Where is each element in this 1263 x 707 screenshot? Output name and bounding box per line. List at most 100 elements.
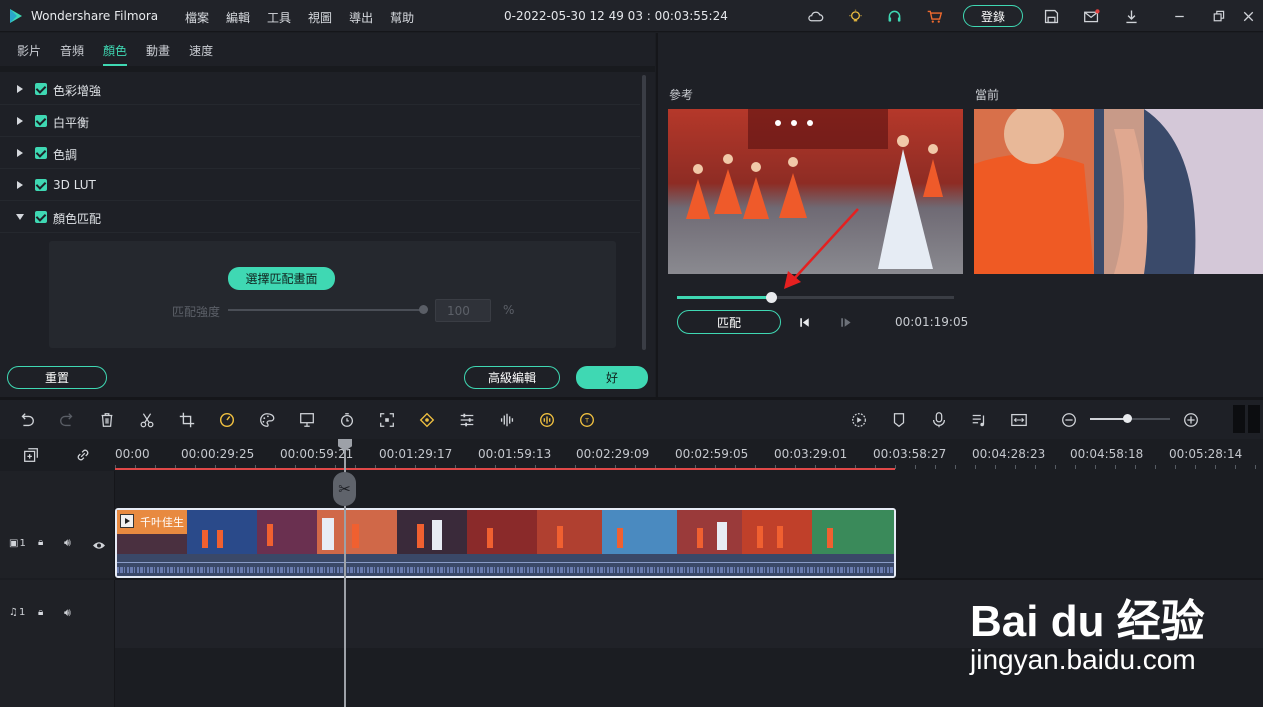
eye-icon[interactable] [92, 536, 106, 549]
adjust-icon[interactable] [456, 409, 478, 431]
match-strength-slider[interactable] [228, 309, 424, 311]
redo-icon[interactable] [56, 409, 78, 431]
music-list-icon[interactable] [968, 409, 990, 431]
clip-title: 千叶佳生 [140, 516, 184, 529]
close-icon[interactable] [1238, 6, 1258, 26]
checkbox[interactable] [35, 147, 47, 159]
lock-icon[interactable]: 🔒︎ [38, 607, 43, 618]
section-color-match[interactable]: 顏色匹配 [0, 201, 640, 233]
ruler-label: 00:04:28:23 [972, 447, 1046, 461]
collapse-arrow-icon[interactable] [16, 214, 24, 220]
track-header-spacer [0, 471, 115, 508]
advanced-edit-button[interactable]: 高級編輯 [464, 366, 560, 389]
menu-tools[interactable]: 工具 [267, 9, 291, 26]
zoom-out-icon[interactable] [1058, 409, 1080, 431]
save-icon[interactable] [1041, 6, 1061, 26]
expand-arrow-icon[interactable] [17, 149, 23, 157]
video-track-number: 1 [19, 538, 26, 549]
svg-text:T: T [584, 418, 589, 425]
tab-color[interactable]: 顏色 [103, 42, 128, 66]
strength-value-input[interactable]: 100 [435, 299, 491, 322]
speed-icon[interactable] [216, 409, 238, 431]
color-palette-icon[interactable] [256, 409, 278, 431]
section-tone[interactable]: 色調 [0, 137, 640, 169]
keyframe-icon[interactable] [416, 409, 438, 431]
text-to-speech-icon[interactable]: T [576, 409, 598, 431]
video-track-icon: ▣ [9, 538, 19, 549]
video-clip[interactable] [115, 508, 896, 578]
expand-arrow-icon[interactable] [17, 181, 23, 189]
reference-label: 參考 [669, 88, 694, 102]
bulb-icon[interactable] [845, 6, 865, 26]
checkbox[interactable] [35, 115, 47, 127]
restore-icon[interactable] [1208, 6, 1228, 26]
clip-play-icon [120, 514, 134, 528]
minimize-icon[interactable] [1169, 6, 1189, 26]
green-screen-icon[interactable] [296, 409, 318, 431]
undo-icon[interactable] [16, 409, 38, 431]
lock-icon[interactable]: 🔒︎ [38, 537, 43, 548]
login-button[interactable]: 登錄 [963, 5, 1023, 27]
baidu-watermark-logo: Bai du 经验 [970, 585, 1205, 649]
crop-icon[interactable] [176, 409, 198, 431]
fit-frame-icon[interactable] [376, 409, 398, 431]
audio-mixer-icon[interactable] [496, 409, 518, 431]
zoom-handle[interactable] [1123, 414, 1132, 423]
menu-help[interactable]: 幫助 [390, 9, 414, 26]
expand-arrow-icon[interactable] [17, 85, 23, 93]
work-area-range[interactable] [115, 468, 895, 470]
slider-handle[interactable] [419, 305, 428, 314]
marker-icon[interactable] [888, 409, 910, 431]
link-icon[interactable] [72, 444, 94, 466]
music-note-icon: ♫ [9, 607, 18, 618]
menu-file[interactable]: 檔案 [185, 9, 209, 26]
scissors-icon[interactable] [136, 409, 158, 431]
audio-track-number: 1 [18, 607, 26, 618]
ok-button[interactable]: 好 [576, 366, 648, 389]
section-label: 色彩增強 [53, 84, 102, 98]
menu-export[interactable]: 導出 [349, 9, 373, 26]
select-match-frame-button[interactable]: 選擇匹配畫面 [228, 267, 335, 290]
menu-edit[interactable]: 編輯 [226, 9, 250, 26]
render-preview-icon[interactable] [848, 409, 870, 431]
section-label: 3D LUT [53, 178, 96, 192]
menu-view[interactable]: 視圖 [308, 9, 332, 26]
tab-video[interactable]: 影片 [17, 42, 41, 66]
checkbox[interactable] [35, 211, 47, 223]
tab-speed[interactable]: 速度 [189, 42, 213, 66]
window-title: 0-2022-05-30 12 49 03 : 00:03:55:24 [504, 9, 728, 23]
checkbox[interactable] [35, 83, 47, 95]
cart-icon[interactable] [924, 6, 944, 26]
speaker-icon[interactable]: 🔊︎ [64, 606, 71, 620]
section-color-enhance[interactable]: 色彩增強 [0, 73, 640, 105]
headset-icon[interactable] [884, 6, 904, 26]
fit-timeline-icon[interactable] [1008, 409, 1030, 431]
checkbox[interactable] [35, 179, 47, 191]
next-frame-icon[interactable] [835, 312, 855, 332]
speaker-icon[interactable]: 🔊︎ [64, 536, 71, 550]
add-track-icon[interactable] [20, 444, 42, 466]
expand-arrow-icon[interactable] [17, 117, 23, 125]
section-white-balance[interactable]: 白平衡 [0, 105, 640, 137]
zoom-in-icon[interactable] [1180, 409, 1202, 431]
current-label: 當前 [975, 88, 1000, 102]
mail-icon[interactable] [1081, 6, 1101, 26]
match-button[interactable]: 匹配 [677, 310, 781, 334]
scrubber-progress [677, 296, 772, 299]
split-scissors-icon[interactable]: ✂ [333, 472, 356, 506]
audio-stretch-icon[interactable] [536, 409, 558, 431]
section-3d-lut[interactable]: 3D LUT [0, 169, 640, 201]
cloud-icon[interactable] [805, 6, 825, 26]
delete-icon[interactable] [96, 409, 118, 431]
layout-toggle-icon[interactable] [1233, 405, 1263, 433]
microphone-icon[interactable] [928, 409, 950, 431]
download-icon[interactable] [1121, 6, 1141, 26]
duration-icon[interactable] [336, 409, 358, 431]
preview-scrubber[interactable] [677, 296, 954, 299]
tab-audio[interactable]: 音頻 [60, 42, 84, 66]
tab-animation[interactable]: 動畫 [146, 42, 170, 66]
previous-frame-icon[interactable] [794, 312, 814, 332]
reset-button[interactable]: 重置 [7, 366, 107, 389]
scrubber-handle[interactable] [765, 292, 777, 303]
panel-scrollbar[interactable] [642, 75, 646, 350]
